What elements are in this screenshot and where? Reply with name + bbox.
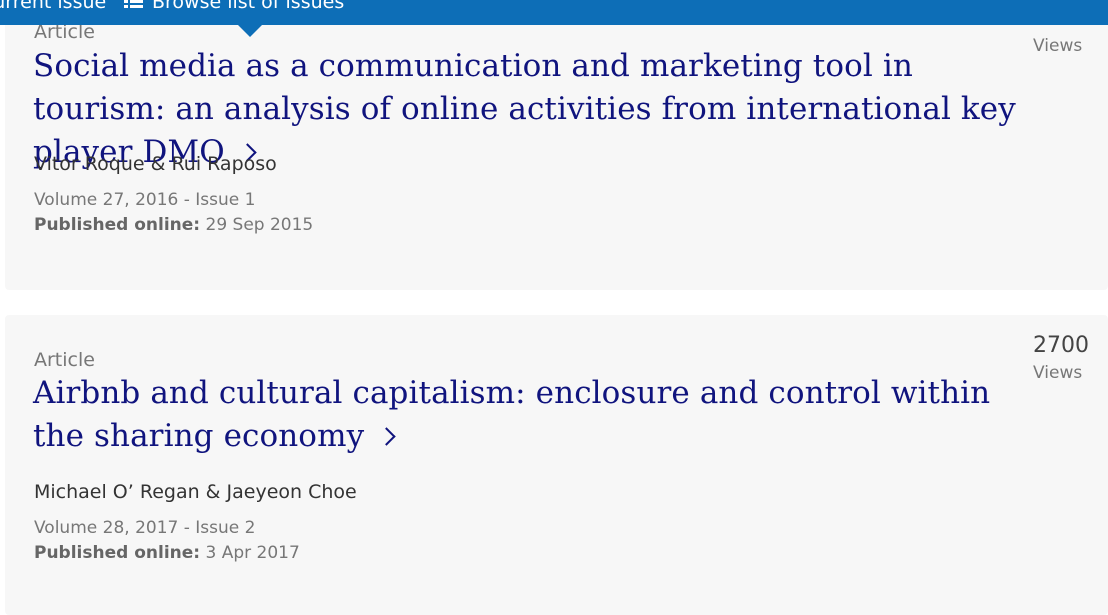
views-count: 2700 — [1033, 333, 1089, 358]
article-title-text: Airbnb and cultural capitalism: enclosur… — [33, 375, 991, 454]
chevron-right-icon — [377, 427, 396, 446]
article-published-date: Published online: 3 Apr 2017 — [34, 543, 300, 563]
article-card: Article Social media as a communication … — [5, 0, 1108, 290]
article-volume-issue: Volume 28, 2017 - Issue 2 — [34, 518, 256, 538]
article-published-date: Published online: 29 Sep 2015 — [34, 215, 313, 235]
list-icon — [124, 0, 143, 9]
published-date-value: 29 Sep 2015 — [205, 215, 314, 235]
current-issue-link[interactable]: Current issue — [0, 0, 106, 14]
article-type: Article — [34, 349, 95, 371]
article-title-link[interactable]: Social media as a communication and mark… — [33, 48, 1016, 170]
published-online-label: Published online: — [34, 215, 201, 235]
article-volume-issue: Volume 27, 2016 - Issue 1 — [34, 190, 256, 210]
published-date-value: 3 Apr 2017 — [205, 543, 300, 563]
article-authors: Vitor Roque & Rui Raposo — [34, 153, 277, 175]
article-authors: Michael O’ Regan & Jaeyeon Choe — [34, 481, 357, 503]
article-title-link[interactable]: Airbnb and cultural capitalism: enclosur… — [33, 375, 990, 454]
published-online-label: Published online: — [34, 543, 201, 563]
article-title: Airbnb and cultural capitalism: enclosur… — [33, 372, 1043, 458]
article-title-text: Social media as a communication and mark… — [33, 48, 1016, 170]
browse-issues-link[interactable]: Browse list of issues — [124, 0, 344, 14]
active-tab-caret — [238, 25, 262, 37]
top-nav-bar: Current issue Browse list of issues — [0, 0, 1108, 25]
browse-issues-label: Browse list of issues — [152, 0, 345, 13]
views-label: Views — [1033, 36, 1083, 56]
article-card: 2700 Views Article Airbnb and cultural c… — [5, 315, 1108, 615]
